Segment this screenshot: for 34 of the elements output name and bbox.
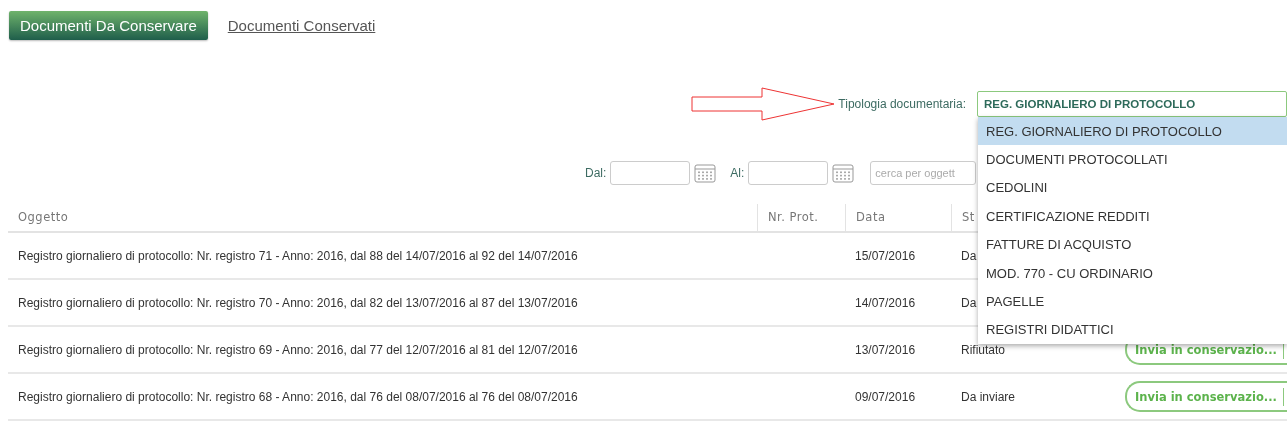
search-field[interactable]: cerca per oggett bbox=[870, 161, 977, 185]
column-header: Oggetto bbox=[17, 209, 70, 226]
table-cell-text: 14/07/2016 bbox=[854, 295, 917, 310]
table-cell: Rifiutato bbox=[961, 342, 1006, 357]
dropdown-option[interactable]: REG. GIORNALIERO DI PROTOCOLLO bbox=[978, 117, 1287, 146]
table-cell-text: 13/07/2016 bbox=[854, 342, 917, 357]
field-label: Al: bbox=[730, 166, 745, 180]
table-cell-text: 09/07/2016 bbox=[854, 389, 917, 404]
table-cell-text: Registro giornaliero di protocollo: Nr. registro 71 - Anno: 2016, dal 88 del 14/07/2016 al 92 del 14/07/2016 bbox=[17, 248, 579, 263]
date-field[interactable] bbox=[610, 161, 691, 185]
table-cell: Da bbox=[961, 295, 977, 310]
dropdown-option[interactable]: REGISTRI DIDATTICI bbox=[978, 315, 1287, 345]
date-field[interactable] bbox=[748, 161, 829, 185]
calendar-icon[interactable] bbox=[832, 163, 855, 183]
table-cell: Da inviare bbox=[961, 389, 1016, 404]
column-header: Data bbox=[845, 204, 951, 231]
dropdown-option[interactable]: DOCUMENTI PROTOCOLLATI bbox=[978, 145, 1287, 174]
table-cell-text: Registro giornaliero di protocollo: Nr. registro 68 - Anno: 2016, dal 76 del 08/07/2016 al 76 del 08/07/2016 bbox=[17, 389, 579, 404]
table-cell-text: Registro giornaliero di protocollo: Nr. registro 69 - Anno: 2016, dal 77 del 12/07/2016 al 81 del 12/07/2016 bbox=[17, 342, 579, 357]
dropdown-option[interactable]: PAGELLE bbox=[978, 287, 1287, 316]
field-label: Tipologia documentaria: bbox=[838, 97, 966, 111]
tab[interactable]: Documenti Da Conservare bbox=[9, 10, 208, 40]
table-cell-text: Registro giornaliero di protocollo: Nr. registro 70 - Anno: 2016, dal 82 del 13/07/2016 al 87 del 13/07/2016 bbox=[17, 295, 579, 310]
dropdown-option[interactable]: FATTURE DI ACQUISTO bbox=[978, 230, 1287, 259]
table-cell-text: 15/07/2016 bbox=[854, 248, 917, 263]
dropdown-option[interactable]: CERTIFICAZIONE REDDITI bbox=[978, 202, 1287, 231]
field-label: Dal: bbox=[585, 166, 607, 180]
table-cell: Da bbox=[961, 248, 977, 263]
tab[interactable]: Documenti Conservati bbox=[227, 10, 376, 40]
type-select[interactable]: REG. GIORNALIERO DI PROTOCOLLO bbox=[977, 91, 1287, 117]
column-header: Nr. Prot. bbox=[757, 204, 845, 231]
calendar-icon[interactable] bbox=[694, 163, 717, 183]
dropdown-option[interactable]: CEDOLINI bbox=[978, 173, 1287, 203]
dropdown-option[interactable]: MOD. 770 - CU ORDINARIO bbox=[978, 258, 1287, 288]
